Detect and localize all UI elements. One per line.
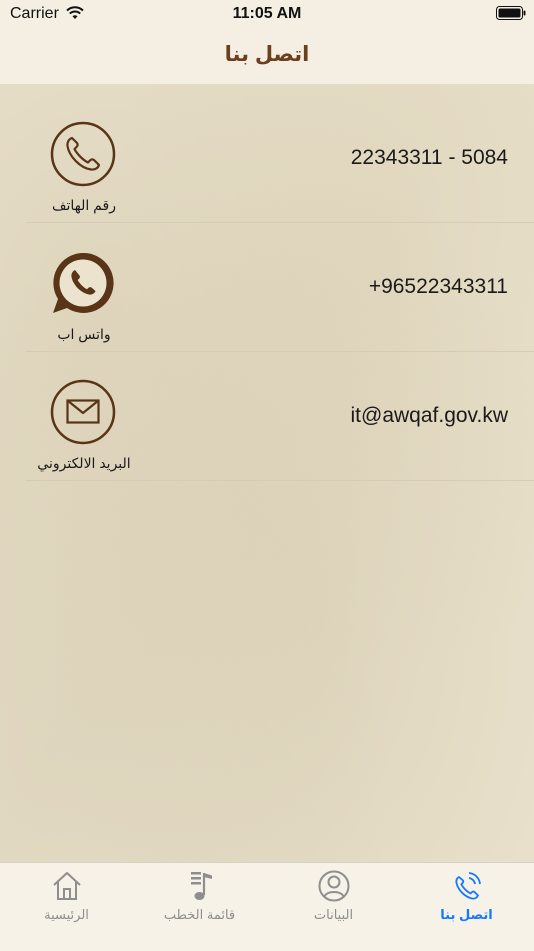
page-title: اتصل بنا bbox=[224, 43, 310, 66]
email-label: البريد الالكتروني bbox=[37, 455, 131, 471]
phone-label: رقم الهاتف bbox=[52, 197, 116, 213]
tab-home-label: الرئيسية bbox=[44, 907, 89, 922]
phone-icon[interactable] bbox=[50, 121, 116, 187]
contact-row-phone[interactable]: 22343311 - 5084 رقم الهاتف bbox=[26, 93, 534, 223]
phone-call-icon bbox=[454, 872, 481, 900]
tab-profile-label: البيانات bbox=[313, 907, 354, 922]
envelope-icon[interactable] bbox=[50, 379, 116, 445]
tab-contact-us[interactable]: اتصل بنا bbox=[400, 863, 533, 951]
whatsapp-label: واتس اب bbox=[57, 326, 111, 342]
home-icon bbox=[52, 872, 81, 900]
whatsapp-number[interactable]: +96522343311 bbox=[369, 222, 508, 351]
email-address[interactable]: it@awqaf.gov.kw bbox=[351, 351, 509, 480]
whatsapp-icon[interactable] bbox=[50, 250, 116, 316]
contact-row-email[interactable]: it@awqaf.gov.kw البريد الالكتروني bbox=[26, 351, 534, 481]
status-bar: Carrier 11:05 AM bbox=[0, 0, 534, 30]
tab-sermon-list[interactable]: قائمة الخطب bbox=[133, 863, 266, 951]
tab-sermon-list-label: قائمة الخطب bbox=[163, 907, 236, 922]
user-circle-icon bbox=[318, 870, 349, 902]
status-time: 11:05 AM bbox=[232, 5, 302, 22]
contact-row-whatsapp[interactable]: +96522343311 واتس اب bbox=[26, 222, 534, 352]
phone-number[interactable]: 22343311 - 5084 bbox=[351, 93, 508, 222]
tab-profile[interactable]: البيانات bbox=[267, 863, 400, 951]
tab-contact-us-label: اتصل بنا bbox=[440, 907, 493, 922]
battery-icon bbox=[496, 6, 526, 20]
navigation-bar: اتصل بنا bbox=[0, 30, 534, 85]
tab-bar: الرئيسية قائمة الخطب البيانات اتصل بنا bbox=[0, 862, 534, 951]
tab-home[interactable]: الرئيسية bbox=[0, 863, 133, 951]
music-list-icon bbox=[190, 872, 212, 900]
